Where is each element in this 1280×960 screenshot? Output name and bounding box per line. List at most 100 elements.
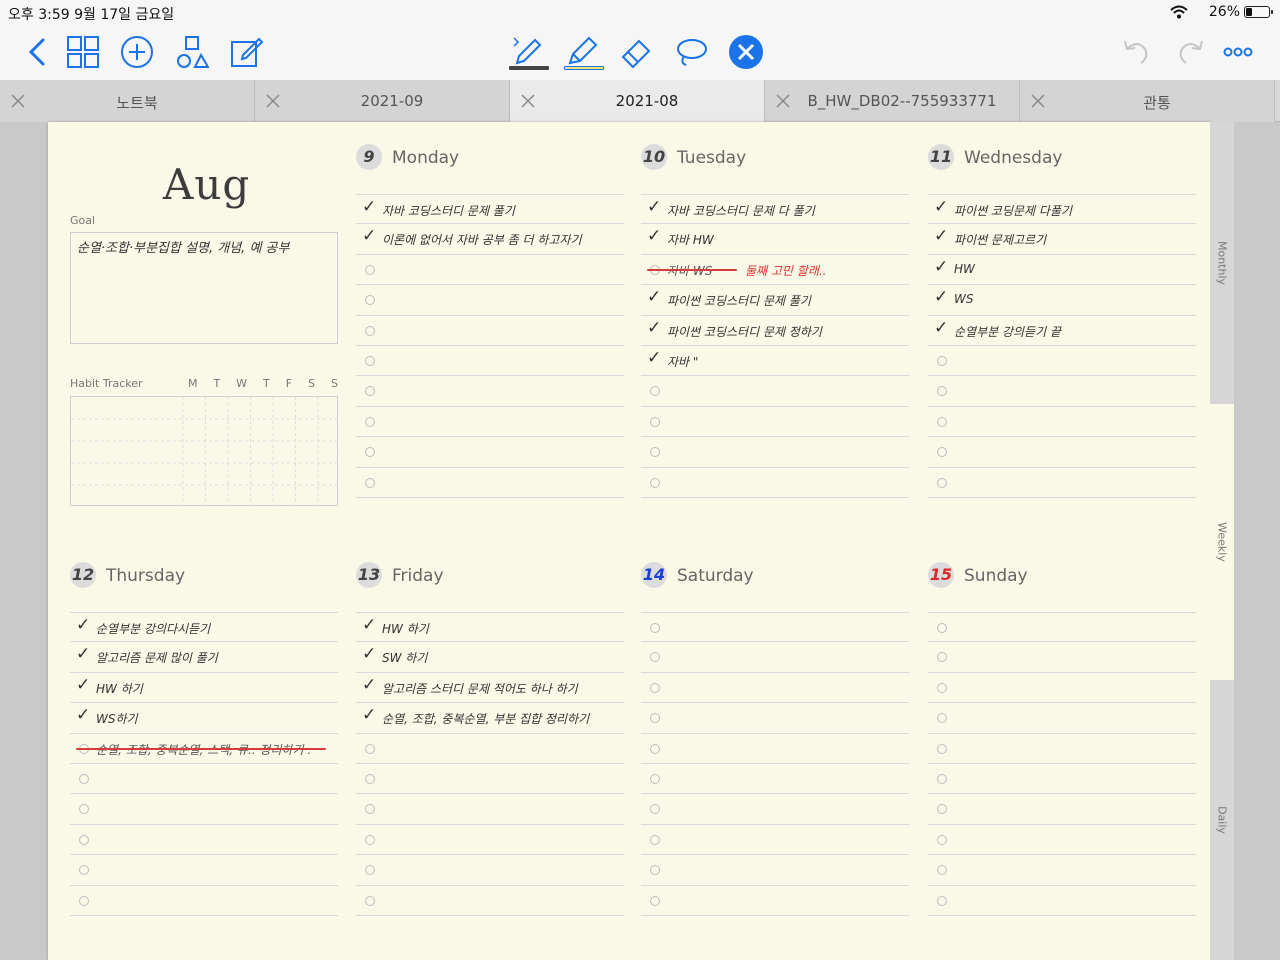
task-row[interactable] — [356, 346, 624, 377]
task-row[interactable]: ✓ 자바 HW — [641, 224, 909, 255]
task-row[interactable] — [356, 437, 624, 468]
task-row[interactable] — [641, 468, 909, 498]
side-tab-weekly[interactable]: Weekly — [1210, 404, 1234, 680]
close-tab-icon[interactable] — [1030, 93, 1046, 109]
task-row[interactable] — [356, 855, 624, 886]
task-row[interactable]: ✓ 순열부분 강의다시듣기 — [70, 612, 338, 643]
task-row[interactable] — [641, 734, 909, 764]
redo-icon[interactable] — [1171, 32, 1211, 72]
shapes-icon[interactable] — [172, 32, 212, 72]
tab-3[interactable]: B_HW_DB02--755933771 — [765, 80, 1020, 122]
task-row[interactable] — [928, 612, 1196, 643]
side-tab-monthly[interactable]: Monthly — [1210, 122, 1234, 404]
task-row[interactable]: ✓ 알고리즘 스터디 문제 적어도 하나 하기 — [356, 673, 624, 704]
grid-icon[interactable] — [63, 32, 103, 72]
side-tab-daily[interactable]: Daily — [1210, 680, 1234, 960]
task-row[interactable]: ✓ 파이썬 문제고르기 — [928, 224, 1196, 255]
task-row[interactable] — [928, 673, 1196, 704]
task-row[interactable] — [641, 673, 909, 704]
task-row[interactable] — [641, 612, 909, 643]
task-row[interactable]: 자바 WS 둘째 고민 할래.. — [641, 255, 909, 286]
task-row[interactable]: 순열, 조합, 중복순열, 스택, 큐.. 정리하기 . — [70, 734, 338, 764]
close-tab-icon[interactable] — [10, 93, 26, 109]
task-row[interactable] — [928, 764, 1196, 795]
task-row[interactable] — [928, 794, 1196, 825]
task-row[interactable]: ✓ 알고리즘 문제 많이 풀기 — [70, 642, 338, 673]
task-row[interactable]: ✓ WS — [928, 285, 1196, 316]
task-row[interactable] — [928, 642, 1196, 673]
task-row[interactable]: ✓ 자바 " — [641, 346, 909, 377]
task-row[interactable]: ✓ 자바 코딩스터디 문제 풀기 — [356, 194, 624, 225]
check-mark-icon: ✓ — [647, 197, 662, 217]
tab-1[interactable]: 2021-09 — [255, 80, 510, 122]
task-row[interactable] — [928, 855, 1196, 886]
task-row[interactable] — [356, 886, 624, 916]
task-list: ✓ HW 하기 ✓ SW 하기 ✓ 알고리즘 스터디 문제 적어도 하나 하기 ✓ 순열, 조… — [356, 612, 624, 916]
task-row[interactable] — [641, 642, 909, 673]
highlighter-icon[interactable] — [561, 32, 604, 72]
task-row[interactable] — [356, 794, 624, 825]
task-row[interactable] — [641, 825, 909, 856]
task-row[interactable] — [356, 316, 624, 346]
task-row[interactable] — [928, 346, 1196, 377]
tab-2[interactable]: 2021-08 — [510, 80, 765, 122]
back-icon[interactable] — [18, 32, 58, 72]
task-row[interactable] — [641, 855, 909, 886]
undo-icon[interactable] — [1116, 32, 1156, 72]
task-row[interactable] — [928, 886, 1196, 916]
eraser-icon[interactable] — [616, 32, 656, 72]
task-row[interactable] — [928, 437, 1196, 468]
task-row[interactable] — [641, 886, 909, 916]
tab-0[interactable]: 노트북 — [0, 80, 255, 122]
more-icon[interactable] — [1218, 32, 1258, 72]
task-row[interactable] — [70, 794, 338, 825]
task-row[interactable] — [641, 407, 909, 438]
task-row[interactable] — [641, 703, 909, 734]
add-icon[interactable] — [117, 32, 157, 72]
task-row[interactable]: ✓ 이론에 없어서 자바 공부 좀 더 하고자기 — [356, 224, 624, 255]
task-row[interactable] — [356, 825, 624, 856]
lasso-icon[interactable] — [671, 32, 711, 72]
task-row[interactable]: ✓ 파이썬 코딩스터디 문제 풀기 — [641, 285, 909, 316]
task-row[interactable] — [928, 376, 1196, 407]
task-row[interactable]: ✓ HW 하기 — [70, 673, 338, 704]
task-row[interactable] — [356, 764, 624, 795]
task-row[interactable] — [356, 468, 624, 498]
close-tab-icon[interactable] — [265, 93, 281, 109]
task-row[interactable] — [928, 468, 1196, 498]
bluetooth-pen-icon[interactable] — [506, 32, 549, 72]
task-row[interactable]: ✓ 파이썬 코딩스터디 문제 정하기 — [641, 316, 909, 346]
task-row[interactable]: ✓ 순열부분 강의듣기 끝 — [928, 316, 1196, 346]
task-row[interactable] — [928, 703, 1196, 734]
task-row[interactable] — [356, 376, 624, 407]
task-row[interactable] — [641, 376, 909, 407]
task-row[interactable] — [356, 255, 624, 286]
task-row[interactable] — [70, 764, 338, 795]
task-row[interactable] — [356, 407, 624, 438]
task-row[interactable]: ✓ HW 하기 — [356, 612, 624, 643]
task-row[interactable] — [641, 794, 909, 825]
task-row[interactable] — [356, 734, 624, 764]
task-row[interactable] — [70, 855, 338, 886]
close-tab-icon[interactable] — [520, 93, 536, 109]
task-row[interactable] — [928, 734, 1196, 764]
close-tool-icon[interactable] — [726, 32, 766, 72]
task-row[interactable] — [928, 825, 1196, 856]
tab-4[interactable]: 관통 — [1020, 80, 1275, 122]
habit-grid[interactable] — [70, 396, 339, 507]
task-row[interactable] — [641, 764, 909, 795]
task-row[interactable] — [70, 886, 338, 916]
task-row[interactable]: ✓ 순열, 조합, 중복순열, 부분 집합 정리하기 — [356, 703, 624, 734]
close-tab-icon[interactable] — [775, 93, 791, 109]
task-row[interactable] — [70, 825, 338, 856]
task-row[interactable]: ✓ SW 하기 — [356, 642, 624, 673]
task-row[interactable]: ✓ HW — [928, 255, 1196, 286]
task-row[interactable] — [928, 407, 1196, 438]
task-row[interactable]: ✓ 파이썬 코딩문제 다풀기 — [928, 194, 1196, 225]
edit-icon[interactable] — [226, 32, 266, 72]
task-row[interactable]: ✓ 자바 코딩스터디 문제 다 풀기 — [641, 194, 909, 225]
task-row[interactable] — [641, 437, 909, 468]
goal-box[interactable]: 순열·조합·부분집합 설명, 개념, 예 공부 — [70, 232, 338, 344]
task-row[interactable] — [356, 285, 624, 316]
task-row[interactable]: ✓ WS하기 — [70, 703, 338, 734]
